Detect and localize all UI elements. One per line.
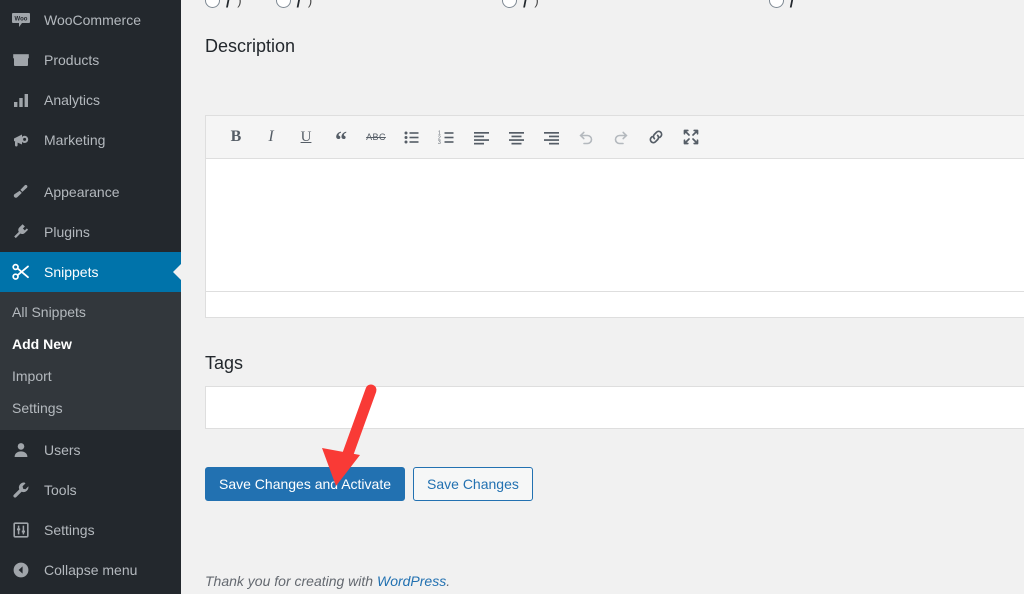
- collapse-menu-label: Collapse menu: [44, 562, 138, 578]
- scope-radio-row: ƒ ) ƒ ) ƒ ) ƒ: [205, 0, 1024, 9]
- underline-icon[interactable]: U: [290, 122, 322, 152]
- strikethrough-glyph: ABC: [366, 132, 386, 142]
- users-icon: [4, 440, 38, 460]
- main-content: ƒ ) ƒ ) ƒ ) ƒ Description B I U “ ABC 1 …: [181, 0, 1024, 594]
- sidebar-item-snippets[interactable]: Snippets: [0, 252, 181, 292]
- wordpress-admin-screen: Woo WooCommerce Products Analytics Marke…: [0, 0, 1024, 594]
- radio-button[interactable]: [502, 0, 518, 8]
- editor-toolbar: B I U “ ABC 1 2 3: [206, 116, 1024, 159]
- footer-suffix: .: [446, 573, 451, 589]
- radio-option[interactable]: ƒ ): [502, 0, 539, 8]
- snippets-submenu: All Snippets Add New Import Settings: [0, 292, 181, 430]
- save-changes-button[interactable]: Save Changes: [413, 467, 533, 501]
- footer-prefix: Thank you for creating with: [205, 573, 377, 589]
- align-left-icon[interactable]: [465, 122, 497, 152]
- submenu-item-settings[interactable]: Settings: [0, 392, 181, 424]
- sidebar-separator: [0, 160, 181, 172]
- submenu-item-import[interactable]: Import: [0, 360, 181, 392]
- marketing-icon: [4, 130, 38, 150]
- products-icon: [4, 50, 38, 70]
- snippets-icon: [4, 262, 38, 282]
- blockquote-icon[interactable]: “: [325, 122, 357, 154]
- admin-sidebar: Woo WooCommerce Products Analytics Marke…: [0, 0, 181, 594]
- tags-input[interactable]: [205, 386, 1024, 429]
- tags-heading: Tags: [205, 353, 244, 373]
- sidebar-item-label: Snippets: [44, 264, 99, 280]
- radio-label: ƒ: [522, 0, 530, 8]
- submenu-item-add-new[interactable]: Add New: [0, 328, 181, 360]
- svg-text:Woo: Woo: [15, 17, 28, 23]
- radio-suffix: ): [237, 0, 242, 8]
- tools-icon: [4, 480, 38, 500]
- appearance-icon: [4, 182, 38, 202]
- svg-text:3: 3: [438, 140, 441, 146]
- sidebar-item-appearance[interactable]: Appearance: [0, 172, 181, 212]
- admin-footer: Thank you for creating with WordPress.: [205, 573, 450, 589]
- analytics-icon: [4, 90, 38, 110]
- bold-icon[interactable]: B: [220, 122, 252, 152]
- fullscreen-icon[interactable]: [675, 122, 707, 152]
- radio-label: ƒ: [788, 0, 796, 8]
- sidebar-item-label: WooCommerce: [44, 12, 141, 28]
- sidebar-item-label: Products: [44, 52, 100, 68]
- form-actions: Save Changes and Activate Save Changes: [205, 467, 533, 501]
- sidebar-item-label: Tools: [44, 482, 77, 498]
- sidebar-item-label: Analytics: [44, 92, 101, 108]
- align-right-icon[interactable]: [535, 122, 567, 152]
- sidebar-item-users[interactable]: Users: [0, 430, 181, 470]
- save-changes-and-activate-button[interactable]: Save Changes and Activate: [205, 467, 406, 501]
- sidebar-item-tools[interactable]: Tools: [0, 470, 181, 510]
- collapse-arrow-icon: [4, 560, 38, 580]
- radio-label: ƒ: [225, 0, 233, 8]
- radio-button[interactable]: [275, 0, 291, 8]
- editor-statusbar: [206, 291, 1024, 317]
- wordpress-link[interactable]: WordPress: [377, 573, 446, 589]
- settings-icon: [4, 520, 38, 540]
- radio-option[interactable]: ƒ: [768, 0, 796, 8]
- description-editor: B I U “ ABC 1 2 3: [205, 115, 1024, 318]
- radio-button[interactable]: [768, 0, 784, 8]
- numbered-list-icon[interactable]: 1 2 3: [430, 122, 462, 152]
- radio-option[interactable]: ƒ ): [275, 0, 313, 8]
- sidebar-item-woocommerce[interactable]: Woo WooCommerce: [0, 0, 181, 40]
- sidebar-item-label: Settings: [44, 522, 95, 538]
- align-center-icon[interactable]: [500, 122, 532, 152]
- redo-icon[interactable]: [605, 122, 637, 152]
- sidebar-item-label: Users: [44, 442, 81, 458]
- bullet-list-icon[interactable]: [395, 122, 427, 152]
- underline-glyph: U: [300, 128, 312, 145]
- blockquote-glyph: “: [335, 127, 347, 154]
- strikethrough-icon[interactable]: ABC: [360, 122, 392, 152]
- radio-button[interactable]: [205, 0, 220, 8]
- radio-label: ƒ: [295, 0, 303, 8]
- plugins-icon: [4, 222, 38, 242]
- italic-glyph: I: [268, 128, 274, 145]
- collapse-menu-button[interactable]: Collapse menu: [0, 550, 181, 590]
- sidebar-item-plugins[interactable]: Plugins: [0, 212, 181, 252]
- sidebar-item-label: Appearance: [44, 184, 120, 200]
- radio-suffix: ): [307, 0, 313, 8]
- sidebar-item-label: Marketing: [44, 132, 106, 148]
- radio-option[interactable]: ƒ ): [205, 0, 242, 8]
- italic-icon[interactable]: I: [255, 122, 287, 152]
- sidebar-item-products[interactable]: Products: [0, 40, 181, 80]
- link-icon[interactable]: [640, 122, 672, 152]
- description-textarea[interactable]: [206, 159, 1024, 291]
- sidebar-item-label: Plugins: [44, 224, 90, 240]
- sidebar-item-settings[interactable]: Settings: [0, 510, 181, 550]
- submenu-item-all-snippets[interactable]: All Snippets: [0, 296, 181, 328]
- description-heading: Description: [205, 36, 296, 56]
- radio-suffix: ): [534, 0, 539, 8]
- bold-glyph: B: [230, 128, 242, 145]
- woocommerce-icon: Woo: [4, 10, 38, 30]
- sidebar-item-marketing[interactable]: Marketing: [0, 120, 181, 160]
- sidebar-item-analytics[interactable]: Analytics: [0, 80, 181, 120]
- undo-icon[interactable]: [570, 122, 602, 152]
